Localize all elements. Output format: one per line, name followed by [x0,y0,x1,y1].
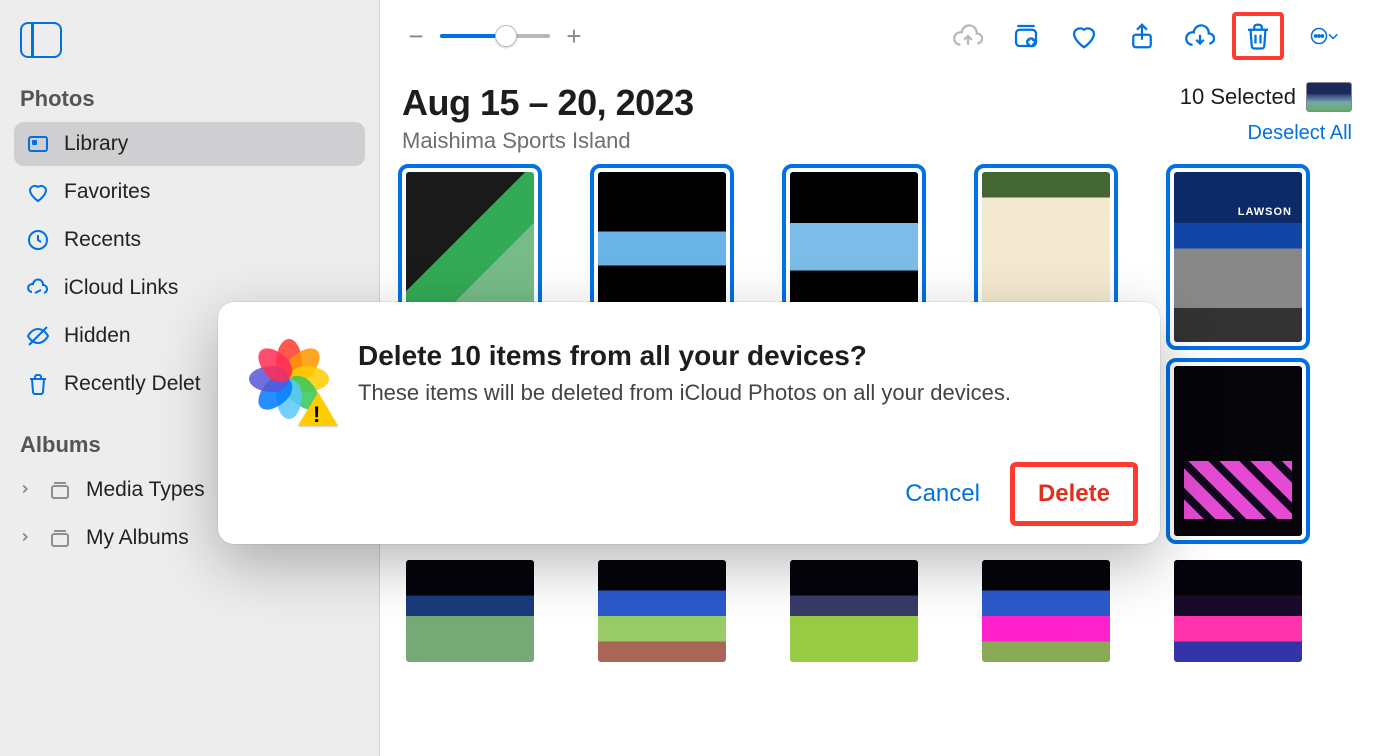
cloud-link-icon [26,276,50,300]
app-window: Photos Library Favorites Recents [0,0,1374,756]
header: Aug 15 – 20, 2023 Maishima Sports Island… [380,72,1374,154]
photo-thumb[interactable] [1170,556,1306,666]
favorite-button[interactable] [1060,16,1108,56]
photo-image [1174,172,1302,342]
sidebar-section-photos: Photos [20,86,359,112]
sidebar-item-label: Recents [64,228,141,252]
page-subtitle: Maishima Sports Island [402,128,694,154]
title-block: Aug 15 – 20, 2023 Maishima Sports Island [402,82,694,154]
sidebar-item-recents[interactable]: Recents [14,218,365,262]
photo-image [406,560,534,662]
photo-thumb[interactable] [786,556,922,666]
photo-thumb[interactable] [1170,168,1306,346]
dialog-title: Delete 10 items from all your devices? [358,340,1011,372]
delete-confirm-dialog: Delete 10 items from all your devices? T… [218,302,1160,544]
selection-thumb [1306,82,1352,112]
zoom-in-button[interactable]: + [564,21,584,52]
photo-thumb[interactable] [594,556,730,666]
trash-icon [26,372,50,396]
confirm-delete-button[interactable]: Delete [1016,468,1132,520]
sidebar-item-label: Hidden [64,324,131,348]
upload-cloud-button[interactable] [944,16,992,56]
zoom-slider[interactable] [440,34,550,38]
clock-icon [26,228,50,252]
add-to-album-button[interactable] [1002,16,1050,56]
photo-image [1174,366,1302,536]
library-icon [26,132,50,156]
sidebar-toggle-button[interactable] [20,22,62,58]
sidebar-item-label: iCloud Links [64,276,178,300]
cancel-button[interactable]: Cancel [905,480,980,508]
sidebar-item-library[interactable]: Library [14,122,365,166]
selection-count: 10 Selected [1180,82,1352,112]
photo-image [982,560,1110,662]
heart-icon [26,180,50,204]
sidebar-item-favorites[interactable]: Favorites [14,170,365,214]
sidebar-item-label: Library [64,132,128,156]
selection-count-text: 10 Selected [1180,84,1296,110]
stack-icon [48,526,72,550]
photo-image [598,560,726,662]
chevron-right-icon [18,526,32,550]
deselect-all-button[interactable]: Deselect All [1180,122,1352,145]
selection-info: 10 Selected Deselect All [1180,82,1352,145]
sidebar-item-label: My Albums [86,526,189,550]
page-title: Aug 15 – 20, 2023 [402,82,694,124]
highlight-box [1010,462,1138,526]
photo-image [790,560,918,662]
more-button[interactable] [1292,16,1356,56]
dialog-body: These items will be deleted from iCloud … [358,380,1011,406]
sidebar-item-label: Recently Delet [64,372,201,396]
chevron-right-icon [18,478,32,502]
highlight-box [1232,12,1284,60]
eye-off-icon [26,324,50,348]
sidebar-item-label: Favorites [64,180,150,204]
toolbar: − + [380,0,1374,72]
share-button[interactable] [1118,16,1166,56]
sidebar-item-label: Media Types [86,478,205,502]
photo-thumb[interactable] [1170,362,1306,540]
zoom-control: − + [406,21,584,52]
delete-button[interactable] [1234,16,1282,56]
photo-thumb[interactable] [402,556,538,666]
photos-app-warning-icon [246,336,332,422]
download-button[interactable] [1176,16,1224,56]
zoom-out-button[interactable]: − [406,21,426,52]
photo-image [1174,560,1302,662]
photo-thumb[interactable] [978,556,1114,666]
warning-triangle-icon [298,392,338,426]
stack-icon [48,478,72,502]
zoom-slider-thumb[interactable] [495,25,517,47]
